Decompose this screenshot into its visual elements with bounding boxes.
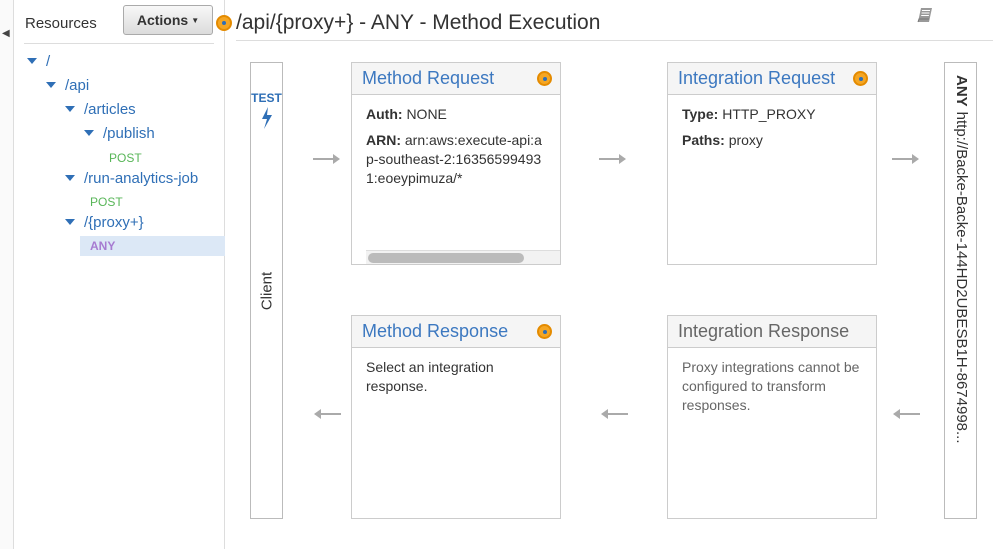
tree-item-label[interactable]: /run-analytics-job	[84, 170, 198, 187]
paths-field: Paths: proxy	[682, 131, 862, 150]
status-dot-icon	[537, 324, 552, 339]
tree-item-label[interactable]: /	[46, 53, 50, 70]
integration-request-box[interactable]: Integration Request Type: HTTP_PROXY Pat…	[667, 62, 877, 265]
method-request-body: Auth: NONE ARN: arn:aws:execute-api:ap-s…	[352, 95, 560, 265]
horizontal-scrollbar[interactable]	[366, 250, 560, 264]
paths-value: proxy	[728, 132, 763, 148]
arrow-right-icon	[892, 154, 919, 164]
tree-item-label[interactable]: /api	[65, 77, 89, 94]
method-request-title[interactable]: Method Request	[352, 63, 560, 95]
client-column: TEST Client	[250, 62, 283, 519]
book-icon[interactable]	[916, 6, 934, 24]
method-post[interactable]: POST	[109, 151, 142, 165]
backend-column[interactable]: ANY http://Backe-Backe-144HD2UBESB1H-8674…	[944, 62, 977, 519]
tree-item-proxy-any[interactable]: ANY	[90, 237, 115, 257]
tree-item-articles[interactable]: /articles	[65, 101, 136, 121]
type-value: HTTP_PROXY	[722, 106, 816, 122]
integration-response-box: Integration Response Proxy integrations …	[667, 315, 877, 519]
caret-down-icon: ▼	[191, 16, 200, 25]
caret-down-icon[interactable]	[27, 58, 37, 64]
backend-url[interactable]: http://Backe-Backe-144HD2UBESB1H-8674998…	[953, 112, 970, 444]
collapse-left-icon[interactable]: ◀	[2, 28, 10, 39]
tree-item-root[interactable]: /	[27, 53, 50, 73]
arrow-left-icon	[314, 409, 341, 419]
caret-down-icon[interactable]	[65, 219, 75, 225]
resources-title: Resources	[25, 15, 97, 32]
backend-endpoint[interactable]: ANY http://Backe-Backe-144HD2UBESB1H-8674…	[953, 75, 970, 495]
method-response-title[interactable]: Method Response	[352, 316, 560, 348]
test-label[interactable]: TEST	[251, 91, 282, 105]
status-dot-icon	[216, 15, 232, 31]
backend-method: ANY	[953, 75, 970, 107]
method-post[interactable]: POST	[90, 195, 123, 209]
integration-request-title[interactable]: Integration Request	[668, 63, 876, 95]
client-label: Client	[258, 271, 276, 311]
method-request-box[interactable]: Method Request Auth: NONE ARN: arn:aws:e…	[351, 62, 561, 265]
tree-item-run-analytics-job[interactable]: /run-analytics-job	[65, 170, 198, 190]
arn-label: ARN:	[366, 132, 401, 148]
divider	[24, 43, 214, 44]
caret-down-icon[interactable]	[65, 106, 75, 112]
method-any[interactable]: ANY	[90, 239, 115, 253]
lightning-bolt-icon[interactable]	[260, 107, 274, 129]
caret-down-icon[interactable]	[46, 82, 56, 88]
auth-field: Auth: NONE	[366, 105, 546, 124]
status-dot-icon	[537, 71, 552, 86]
tree-item-run-analytics-job-post[interactable]: POST	[90, 193, 123, 213]
tree-item-label[interactable]: /publish	[103, 125, 155, 142]
test-button[interactable]: TEST	[251, 91, 282, 129]
integration-request-body: Type: HTTP_PROXY Paths: proxy	[668, 95, 876, 167]
arrow-left-icon	[601, 409, 628, 419]
auth-label: Auth:	[366, 106, 403, 122]
integration-response-title: Integration Response	[668, 316, 876, 348]
integration-response-text: Proxy integrations cannot be configured …	[682, 359, 860, 413]
method-response-text: Select an integration response.	[366, 359, 494, 394]
sidebar-collapse-strip[interactable]: ◀	[0, 0, 14, 549]
arrow-right-icon	[313, 154, 340, 164]
divider	[236, 40, 993, 41]
method-response-box[interactable]: Method Response Select an integration re…	[351, 315, 561, 519]
actions-button[interactable]: Actions ▼	[123, 5, 213, 35]
actions-button-label: Actions	[136, 12, 189, 28]
caret-down-icon[interactable]	[65, 175, 75, 181]
tree-item-label[interactable]: /articles	[84, 101, 136, 118]
tree-item-publish[interactable]: /publish	[84, 125, 155, 145]
tree-item-publish-post[interactable]: POST	[109, 149, 142, 169]
caret-down-icon[interactable]	[84, 130, 94, 136]
status-dot-icon	[853, 71, 868, 86]
tree-item-label[interactable]: /{proxy+}	[84, 214, 144, 231]
arn-field: ARN: arn:aws:execute-api:ap-southeast-2:…	[366, 131, 546, 188]
tree-item-proxy[interactable]: /{proxy+}	[65, 214, 144, 234]
page-title: /api/{proxy+} - ANY - Method Execution	[236, 11, 601, 34]
arrow-right-icon	[599, 154, 626, 164]
paths-label: Paths:	[682, 132, 725, 148]
scrollbar-thumb[interactable]	[368, 253, 524, 263]
auth-value: NONE	[406, 106, 447, 122]
arrow-left-icon	[893, 409, 920, 419]
type-label: Type:	[682, 106, 719, 122]
resources-panel: Resources Actions ▼ / /api /articles /pub…	[14, 0, 225, 549]
tree-item-api[interactable]: /api	[46, 77, 89, 97]
type-field: Type: HTTP_PROXY	[682, 105, 862, 124]
